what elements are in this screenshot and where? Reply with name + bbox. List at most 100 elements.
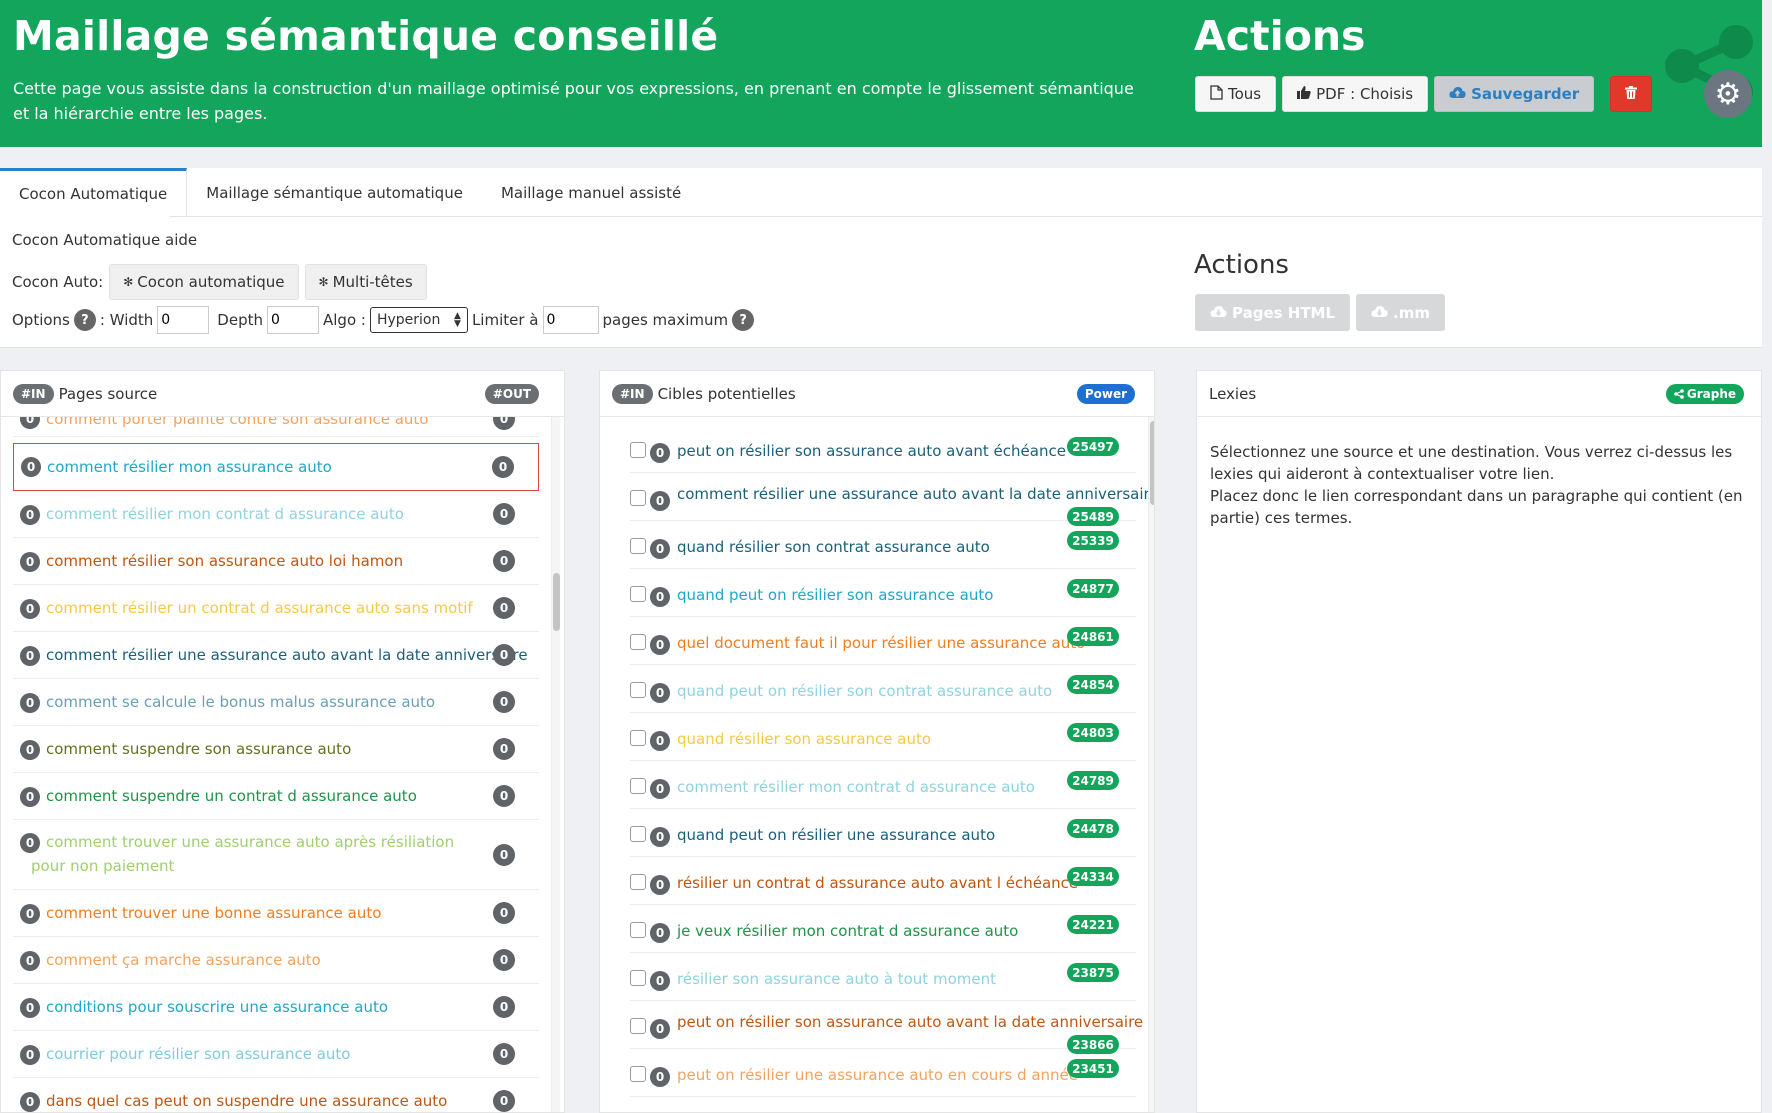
- targets-scrollbar-thumb[interactable]: [1150, 421, 1154, 505]
- pdf-all-button[interactable]: Tous: [1195, 76, 1277, 112]
- target-row[interactable]: 0 quand peut on résilier son assurance a…: [630, 569, 1136, 617]
- list-item[interactable]: 0 comment suspendre son assurance auto 0: [13, 726, 539, 773]
- list-item-text[interactable]: dans quel cas peut on suspendre une assu…: [46, 1089, 447, 1112]
- target-checkbox[interactable]: [630, 586, 646, 602]
- target-row[interactable]: 0 quand résilier son contrat assurance a…: [630, 521, 1136, 569]
- save-button[interactable]: Sauvegarder: [1434, 76, 1595, 112]
- target-row[interactable]: 0 quand peut on résilier une assurance a…: [630, 809, 1136, 857]
- list-item-text[interactable]: comment résilier un contrat d assurance …: [46, 596, 473, 620]
- target-text[interactable]: quand résilier son contrat assurance aut…: [677, 538, 990, 556]
- list-item-text[interactable]: courrier pour résilier son assurance aut…: [46, 1042, 350, 1066]
- list-item-text[interactable]: comment trouver une assurance auto après…: [31, 830, 471, 878]
- list-item-text[interactable]: comment trouver une bonne assurance auto: [46, 901, 381, 925]
- list-item-text[interactable]: comment suspendre un contrat d assurance…: [46, 784, 417, 808]
- target-checkbox[interactable]: [630, 682, 646, 698]
- list-item[interactable]: 0 courrier pour résilier son assurance a…: [13, 1031, 539, 1078]
- list-item[interactable]: 0 comment résilier une assurance auto av…: [13, 632, 539, 679]
- delete-button[interactable]: [1610, 76, 1653, 112]
- list-item[interactable]: 0 comment résilier mon contrat d assuran…: [13, 491, 539, 538]
- multi-tetes-button[interactable]: ✻ Multi-têtes: [304, 264, 427, 300]
- target-checkbox[interactable]: [630, 442, 646, 458]
- target-checkbox[interactable]: [630, 778, 646, 794]
- target-checkbox[interactable]: [630, 538, 646, 554]
- target-checkbox[interactable]: [630, 922, 646, 938]
- target-text[interactable]: comment résilier mon contrat d assurance…: [677, 778, 1035, 796]
- target-text[interactable]: je veux résilier mon contrat d assurance…: [677, 922, 1018, 940]
- target-row[interactable]: 0 quand peut on résilier son contrat ass…: [630, 665, 1136, 713]
- question-icon[interactable]: ?: [73, 309, 96, 331]
- target-text[interactable]: quand peut on résilier son assurance aut…: [677, 586, 993, 604]
- pdf-chosen-button[interactable]: PDF : Choisis: [1282, 76, 1429, 112]
- target-row[interactable]: 0 comment résilier une assurance auto av…: [630, 473, 1154, 526]
- target-text[interactable]: quand peut on résilier son contrat assur…: [677, 682, 1052, 700]
- target-checkbox[interactable]: [630, 730, 646, 746]
- target-checkbox[interactable]: [630, 826, 646, 842]
- target-checkbox[interactable]: [630, 1066, 646, 1082]
- list-item[interactable]: 0 comment se calcule le bonus malus assu…: [13, 679, 539, 726]
- target-row[interactable]: 0 peut on résilier une assurance auto en…: [630, 1049, 1136, 1097]
- mm-export-button[interactable]: .mm: [1356, 294, 1446, 331]
- in-count: 0: [650, 875, 670, 895]
- list-item-text[interactable]: comment résilier mon contrat d assurance…: [46, 502, 404, 526]
- target-row[interactable]: 0 peut on résilier son assurance auto av…: [630, 425, 1136, 473]
- settings-gear-button[interactable]: ⚙: [1704, 70, 1752, 118]
- list-item[interactable]: 0 comment trouver une bonne assurance au…: [13, 890, 539, 937]
- pages-html-button[interactable]: Pages HTML: [1195, 294, 1351, 331]
- target-checkbox[interactable]: [630, 970, 646, 986]
- target-text[interactable]: peut on résilier son assurance auto avan…: [677, 1013, 1143, 1031]
- limit-input[interactable]: [542, 306, 599, 334]
- targets-scrollbar[interactable]: [1148, 417, 1154, 1112]
- list-item-text[interactable]: comment se calcule le bonus malus assura…: [46, 690, 435, 714]
- tab-maillage-semantique-automatique[interactable]: Maillage sémantique automatique: [187, 168, 482, 217]
- list-item-text[interactable]: comment résilier son assurance auto loi …: [46, 549, 403, 573]
- source-scrollbar-thumb[interactable]: [553, 573, 560, 631]
- target-row[interactable]: 0 peut on résilier son assurance auto av…: [630, 1001, 1143, 1054]
- cocon-automatique-button[interactable]: ✻ Cocon automatique: [109, 264, 299, 300]
- list-item[interactable]: 0 comment suspendre un contrat d assuran…: [13, 773, 539, 820]
- target-row[interactable]: 0 quand résilier son assurance auto 2480…: [630, 713, 1136, 761]
- list-item-selected[interactable]: 0 comment résilier mon assurance auto 0: [13, 443, 539, 491]
- target-row[interactable]: 0 quel document faut il pour résilier un…: [630, 617, 1136, 665]
- question-icon[interactable]: ?: [732, 309, 755, 331]
- source-scrollbar[interactable]: [551, 417, 560, 1112]
- algo-select[interactable]: Hyperion ▲ ▼: [369, 307, 468, 333]
- target-row[interactable]: 0 résilier son assurance auto à tout mom…: [630, 953, 1136, 1001]
- list-item[interactable]: 0 comment résilier un contrat d assuranc…: [13, 585, 539, 632]
- target-text[interactable]: peut on résilier son assurance auto avan…: [677, 442, 1066, 460]
- export-actions-title: Actions: [1194, 250, 1289, 280]
- list-item[interactable]: 0 dans quel cas peut on suspendre une as…: [13, 1078, 539, 1112]
- target-row[interactable]: 0 comment résilier mon contrat d assuran…: [630, 761, 1136, 809]
- target-text[interactable]: comment résilier une assurance auto avan…: [677, 485, 1154, 503]
- target-text[interactable]: quand peut on résilier une assurance aut…: [677, 826, 995, 844]
- out-count: 0: [492, 456, 514, 478]
- width-input[interactable]: [157, 306, 210, 334]
- target-checkbox[interactable]: [630, 634, 646, 650]
- target-text[interactable]: quand résilier son assurance auto: [677, 730, 931, 748]
- target-text[interactable]: résilier son assurance auto à tout momen…: [677, 970, 996, 988]
- target-row[interactable]: 0 résilier un contrat d assurance auto a…: [630, 857, 1136, 905]
- list-item-text[interactable]: conditions pour souscrire une assurance …: [46, 995, 388, 1019]
- graphe-button[interactable]: Graphe: [1665, 383, 1744, 404]
- options-label: Options: [12, 311, 70, 329]
- tab-cocon-automatique[interactable]: Cocon Automatique: [0, 168, 188, 217]
- target-text[interactable]: peut on résilier une assurance auto en c…: [677, 1066, 1078, 1084]
- target-checkbox[interactable]: [630, 1018, 646, 1034]
- target-checkbox[interactable]: [630, 490, 646, 506]
- list-item[interactable]: 0 conditions pour souscrire une assuranc…: [13, 984, 539, 1031]
- tab-maillage-manuel-assiste[interactable]: Maillage manuel assisté: [482, 168, 700, 217]
- list-item-text[interactable]: comment ça marche assurance auto: [46, 948, 321, 972]
- list-item-text[interactable]: comment résilier une assurance auto avan…: [46, 643, 528, 667]
- source-pages-list: 0 comment porter plainte contre son assu…: [1, 417, 564, 1112]
- target-text[interactable]: quel document faut il pour résilier une …: [677, 634, 1085, 652]
- list-item-text[interactable]: comment porter plainte contre son assura…: [46, 417, 429, 431]
- target-text[interactable]: résilier un contrat d assurance auto ava…: [677, 874, 1078, 892]
- list-item-text[interactable]: comment résilier mon assurance auto: [47, 455, 332, 479]
- list-item[interactable]: 0 comment porter plainte contre son assu…: [13, 417, 539, 437]
- list-item[interactable]: 0 comment résilier son assurance auto lo…: [13, 538, 539, 585]
- list-item-text[interactable]: comment suspendre son assurance auto: [46, 737, 351, 761]
- depth-input[interactable]: [267, 306, 319, 334]
- target-checkbox[interactable]: [630, 874, 646, 890]
- list-item[interactable]: 0 comment trouver une assurance auto apr…: [13, 820, 539, 890]
- list-item[interactable]: 0 comment ça marche assurance auto 0: [13, 937, 539, 984]
- target-row[interactable]: 0 je veux résilier mon contrat d assuran…: [630, 905, 1136, 953]
